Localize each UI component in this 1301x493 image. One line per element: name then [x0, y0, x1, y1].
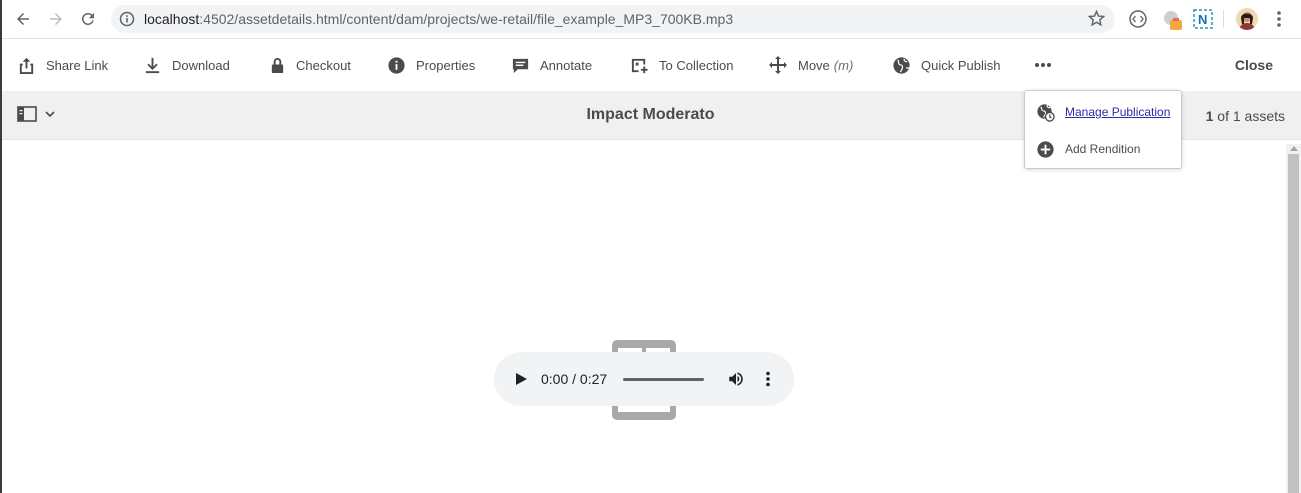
close-button[interactable]: Close — [1235, 39, 1273, 91]
checkout-button[interactable]: Checkout — [269, 39, 351, 91]
site-info-icon[interactable] — [119, 11, 135, 27]
address-bar[interactable]: localhost:4502/assetdetails.html/content… — [111, 5, 1115, 33]
scroll-up-arrow-icon[interactable] — [1290, 146, 1298, 151]
extension-incognito-icon[interactable] — [1161, 9, 1182, 30]
browser-menu-icon[interactable] — [1272, 9, 1292, 29]
vertical-scrollbar[interactable] — [1286, 144, 1301, 493]
browser-toolbar: localhost:4502/assetdetails.html/content… — [0, 0, 1301, 39]
info-icon — [388, 56, 405, 74]
more-horizontal-icon — [1035, 63, 1051, 67]
volume-icon[interactable] — [727, 370, 745, 388]
more-vertical-icon[interactable] — [764, 371, 772, 387]
comment-icon — [512, 58, 529, 73]
back-arrow-icon[interactable] — [12, 8, 34, 30]
reload-icon[interactable] — [77, 8, 99, 30]
move-icon — [769, 56, 787, 74]
collection-add-icon — [631, 58, 648, 73]
share-icon — [19, 57, 34, 74]
extension-n-icon[interactable]: N — [1193, 9, 1213, 29]
asset-preview-area — [2, 144, 1285, 493]
scrollbar-thumb[interactable] — [1288, 154, 1299, 493]
manage-publication-menu-item[interactable]: Manage Publication — [1036, 102, 1170, 122]
url-text: localhost:4502/assetdetails.html/content… — [144, 11, 734, 27]
svg-text:N: N — [1198, 12, 1207, 27]
more-actions-popover: Manage Publication Add Rendition — [1024, 90, 1182, 169]
quick-publish-button[interactable]: Quick Publish — [892, 39, 1000, 91]
to-collection-button[interactable]: To Collection — [630, 39, 733, 91]
profile-avatar[interactable] — [1236, 8, 1258, 30]
lock-icon — [271, 57, 284, 73]
audio-player[interactable]: 0:00 / 0:27 — [494, 352, 794, 406]
bookmark-star-icon[interactable] — [1087, 9, 1106, 32]
download-icon — [145, 57, 160, 73]
properties-button[interactable]: Properties — [387, 39, 475, 91]
add-circle-icon — [1037, 140, 1054, 158]
play-icon[interactable] — [514, 372, 528, 386]
globe-icon — [893, 56, 910, 74]
move-button[interactable]: Move (m) — [768, 39, 853, 91]
audio-time: 0:00 / 0:27 — [541, 371, 608, 387]
extension-code-icon[interactable] — [1128, 9, 1148, 29]
forward-arrow-icon[interactable] — [45, 8, 67, 30]
action-bar: Share Link Download Checkout Properties … — [0, 39, 1301, 92]
audio-progress-slider[interactable] — [623, 378, 704, 381]
asset-count: 1 of 1 assets — [1205, 108, 1285, 124]
more-actions-button[interactable] — [1033, 39, 1063, 91]
annotate-button[interactable]: Annotate — [511, 39, 592, 91]
manage-publication-icon — [1037, 103, 1055, 122]
add-rendition-menu-item[interactable]: Add Rendition — [1036, 139, 1140, 159]
download-button[interactable]: Download — [143, 39, 230, 91]
toolbar-divider — [1223, 10, 1224, 28]
share-link-button[interactable]: Share Link — [17, 39, 108, 91]
